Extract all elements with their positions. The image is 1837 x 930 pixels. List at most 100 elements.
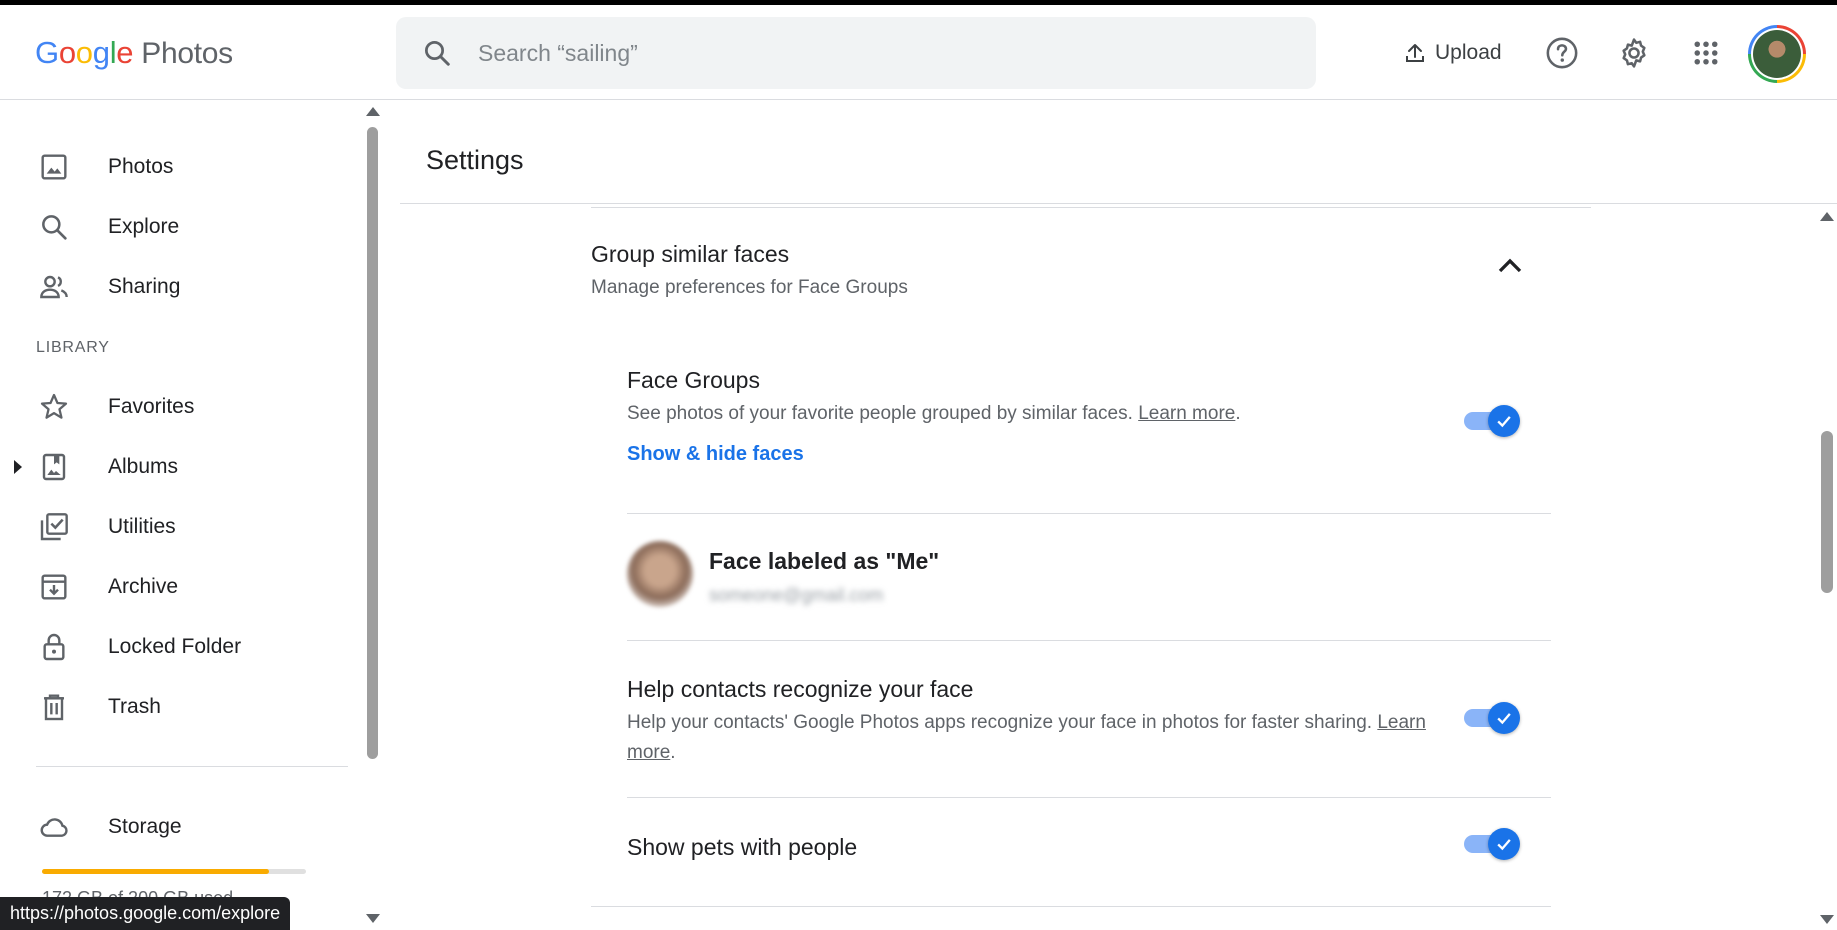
help-contacts-toggle[interactable] bbox=[1464, 702, 1520, 734]
face-groups-title: Face Groups bbox=[627, 367, 760, 393]
app-header: GooglePhotos Upload bbox=[0, 5, 1837, 100]
sidebar-scroll-thumb[interactable] bbox=[367, 127, 378, 759]
sidebar: Photos Explore Sharing LIBRARY Favorites… bbox=[0, 101, 380, 930]
logo-letter: o bbox=[75, 35, 93, 70]
help-icon bbox=[1546, 37, 1578, 69]
sidebar-item-label: Utilities bbox=[108, 515, 176, 538]
apps-button[interactable] bbox=[1686, 33, 1726, 73]
sidebar-item-locked-folder[interactable]: Locked Folder bbox=[0, 621, 350, 673]
avatar-image bbox=[1753, 30, 1801, 78]
face-me-title: Face labeled as "Me" bbox=[709, 548, 940, 574]
lock-icon bbox=[43, 633, 65, 661]
row-divider bbox=[627, 640, 1551, 641]
archive-icon bbox=[41, 574, 67, 600]
help-contacts-title: Help contacts recognize your face bbox=[627, 676, 974, 702]
face-groups-desc-period: . bbox=[1235, 403, 1241, 424]
cloud-icon bbox=[40, 818, 68, 837]
sidebar-item-label: Archive bbox=[108, 575, 179, 598]
sidebar-item-label: Albums bbox=[108, 455, 179, 478]
upload-button[interactable]: Upload bbox=[1403, 35, 1502, 71]
check-icon bbox=[1497, 416, 1511, 428]
panel-divider bbox=[591, 207, 1591, 208]
scroll-up-arrow-icon[interactable] bbox=[366, 107, 380, 116]
help-contacts-description: Help your contacts' Google Photos apps r… bbox=[627, 708, 1427, 768]
scroll-down-arrow-icon[interactable] bbox=[366, 914, 380, 923]
sidebar-item-utilities[interactable]: Utilities bbox=[0, 501, 350, 553]
face-me-avatar[interactable] bbox=[627, 541, 693, 607]
check-icon bbox=[1497, 839, 1511, 851]
sidebar-item-explore[interactable]: Explore bbox=[0, 201, 350, 253]
gear-icon bbox=[1622, 38, 1646, 68]
sidebar-item-label: Favorites bbox=[108, 395, 195, 418]
logo-product-name: Photos bbox=[141, 37, 233, 70]
upload-icon bbox=[1406, 44, 1424, 62]
sidebar-item-label: Trash bbox=[108, 695, 161, 718]
logo-letter: g bbox=[92, 35, 110, 70]
settings-main: Settings Group similar faces Manage pref… bbox=[380, 101, 1837, 930]
help-contacts-desc-text: Help your contacts' Google Photos apps r… bbox=[627, 712, 1378, 733]
group-similar-faces-title: Group similar faces bbox=[591, 241, 790, 267]
chevron-up-icon[interactable] bbox=[1490, 246, 1530, 286]
face-groups-desc-text: See photos of your favorite people group… bbox=[627, 403, 1139, 424]
library-section-label: LIBRARY bbox=[36, 339, 110, 356]
apps-grid-icon bbox=[1694, 41, 1718, 65]
status-bar-url: https://photos.google.com/explore bbox=[0, 897, 291, 930]
trash-icon bbox=[44, 694, 64, 721]
face-groups-description: See photos of your favorite people group… bbox=[627, 399, 1447, 429]
search-icon bbox=[42, 215, 67, 240]
sidebar-item-label: Photos bbox=[108, 155, 174, 178]
utilities-icon bbox=[40, 513, 68, 541]
sidebar-item-label: Sharing bbox=[108, 275, 181, 298]
face-groups-toggle[interactable] bbox=[1464, 405, 1520, 437]
title-divider bbox=[400, 203, 1837, 204]
toggle-knob bbox=[1488, 405, 1520, 437]
album-icon bbox=[42, 453, 66, 481]
row-divider bbox=[591, 906, 1551, 907]
sidebar-item-favorites[interactable]: Favorites bbox=[0, 381, 350, 433]
settings-button[interactable] bbox=[1614, 33, 1654, 73]
help-button[interactable] bbox=[1542, 33, 1582, 73]
sidebar-item-label: Explore bbox=[108, 215, 180, 238]
sidebar-item-storage[interactable]: Storage bbox=[0, 801, 350, 853]
check-icon bbox=[1497, 713, 1511, 725]
sidebar-divider bbox=[36, 766, 348, 767]
logo-letter: o bbox=[58, 35, 76, 70]
storage-progress-fill bbox=[42, 869, 270, 874]
page-title: Settings bbox=[426, 145, 524, 175]
google-photos-logo[interactable]: Google Photos bbox=[35, 35, 233, 71]
toggle-knob bbox=[1488, 828, 1520, 860]
sidebar-item-albums[interactable]: Albums bbox=[0, 441, 350, 493]
search-input[interactable] bbox=[478, 31, 1278, 75]
main-scrollbar[interactable] bbox=[1817, 209, 1837, 930]
row-divider bbox=[627, 797, 1551, 798]
sidebar-item-label: Storage bbox=[108, 815, 182, 838]
avatar-ring bbox=[1751, 28, 1803, 80]
star-icon bbox=[40, 393, 68, 419]
people-icon bbox=[40, 275, 68, 299]
face-groups-learn-more-link[interactable]: Learn more bbox=[1138, 403, 1235, 424]
sidebar-item-trash[interactable]: Trash bbox=[0, 681, 350, 733]
main-scroll-thumb[interactable] bbox=[1821, 431, 1833, 593]
sidebar-item-archive[interactable]: Archive bbox=[0, 561, 350, 613]
group-similar-faces-subtitle: Manage preferences for Face Groups bbox=[591, 277, 908, 298]
photo-icon bbox=[41, 154, 67, 180]
scroll-down-arrow-icon[interactable] bbox=[1820, 915, 1834, 924]
sidebar-scrollbar[interactable] bbox=[366, 101, 380, 930]
row-divider bbox=[627, 513, 1551, 514]
expand-caret-icon[interactable] bbox=[14, 460, 22, 474]
help-contacts-desc-period: . bbox=[670, 742, 676, 763]
search-bar[interactable] bbox=[396, 17, 1316, 89]
search-icon[interactable] bbox=[422, 38, 452, 68]
scroll-up-arrow-icon[interactable] bbox=[1820, 212, 1834, 221]
logo-letter: e bbox=[116, 35, 134, 70]
upload-label: Upload bbox=[1435, 41, 1502, 64]
logo-letter: G bbox=[35, 35, 59, 70]
face-me-email: someone@gmail.com bbox=[709, 585, 884, 605]
account-avatar[interactable] bbox=[1748, 25, 1806, 83]
sidebar-item-sharing[interactable]: Sharing bbox=[0, 261, 350, 313]
storage-progress-bar bbox=[42, 869, 306, 874]
sidebar-item-label: Locked Folder bbox=[108, 635, 242, 658]
show-hide-faces-link[interactable]: Show & hide faces bbox=[627, 443, 804, 466]
sidebar-item-photos[interactable]: Photos bbox=[0, 141, 350, 193]
show-pets-toggle[interactable] bbox=[1464, 828, 1520, 860]
